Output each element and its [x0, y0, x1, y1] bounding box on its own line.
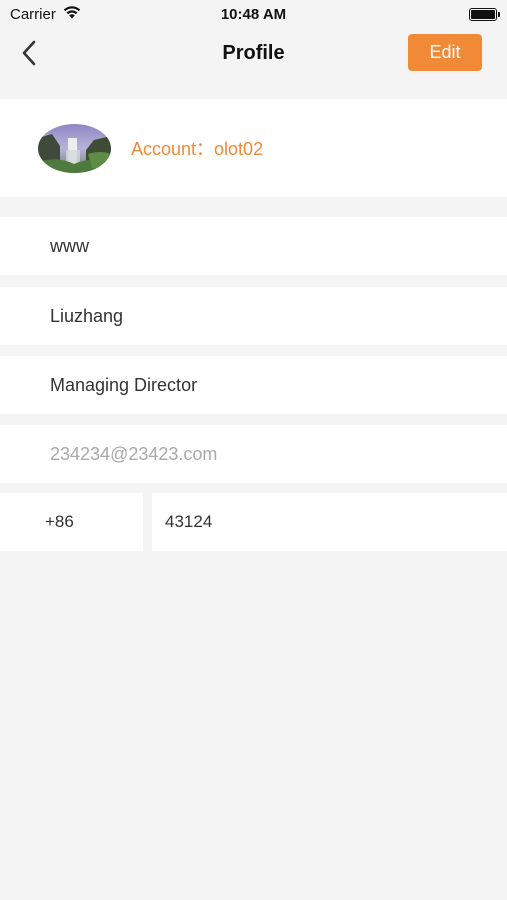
back-button[interactable]	[14, 38, 44, 68]
name-field[interactable]: Liuzhang	[0, 287, 507, 345]
wifi-icon	[62, 5, 82, 23]
chevron-left-icon	[22, 40, 36, 66]
account-card: Account：olot02	[0, 99, 507, 197]
phone-number-field[interactable]: 43124	[152, 493, 507, 551]
avatar[interactable]	[38, 123, 111, 173]
nav-bar: Profile Edit	[0, 28, 507, 78]
email-field[interactable]: 234234@23423.com	[0, 425, 507, 483]
job-title-field[interactable]: Managing Director	[0, 356, 507, 414]
battery-icon	[469, 7, 500, 21]
website-field[interactable]: www	[0, 217, 507, 275]
status-left: Carrier	[10, 5, 82, 23]
country-code-field[interactable]: +86	[0, 493, 143, 551]
page-title: Profile	[222, 41, 285, 64]
account-label: Account：olot02	[131, 139, 264, 159]
status-bar: Carrier 10:48 AM	[0, 0, 507, 28]
edit-button[interactable]: Edit	[408, 34, 482, 71]
carrier-label: Carrier	[10, 5, 56, 23]
